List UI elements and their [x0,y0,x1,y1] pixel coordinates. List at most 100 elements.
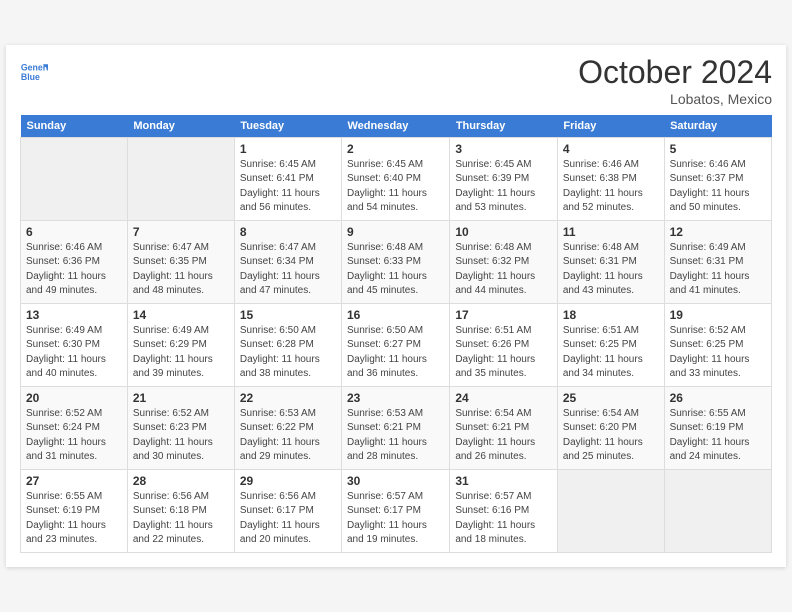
day-info: Sunrise: 6:45 AMSunset: 6:41 PMDaylight:… [240,158,336,216]
calendar-day-cell: 13 Sunrise: 6:49 AMSunset: 6:30 PMDayligh… [21,303,128,386]
day-info: Sunrise: 6:48 AMSunset: 6:31 PMDaylight:… [563,241,659,299]
logo: General Blue [20,59,48,87]
calendar-day-cell: 7 Sunrise: 6:47 AMSunset: 6:35 PMDaylight… [127,220,234,303]
day-info: Sunrise: 6:55 AMSunset: 6:19 PMDaylight:… [670,407,766,465]
calendar-day-cell: 21 Sunrise: 6:52 AMSunset: 6:23 PMDayligh… [127,386,234,469]
day-info: Sunrise: 6:50 AMSunset: 6:28 PMDaylight:… [240,324,336,382]
calendar-day-cell: 8 Sunrise: 6:47 AMSunset: 6:34 PMDaylight… [234,220,341,303]
day-number: 16 [347,308,444,322]
day-info: Sunrise: 6:56 AMSunset: 6:18 PMDaylight:… [133,490,229,548]
calendar-day-cell: 12 Sunrise: 6:49 AMSunset: 6:31 PMDayligh… [664,220,771,303]
title-block: October 2024 Lobatos, Mexico [578,55,772,106]
day-info: Sunrise: 6:49 AMSunset: 6:31 PMDaylight:… [670,241,766,299]
calendar-day-cell: 5Sunrise: 6:46 AMSunset: 6:37 PMDaylight… [664,137,771,220]
calendar-day-cell: 24 Sunrise: 6:54 AMSunset: 6:21 PMDayligh… [450,386,558,469]
calendar-day-cell [127,137,234,220]
calendar-day-cell: 9 Sunrise: 6:48 AMSunset: 6:33 PMDaylight… [341,220,449,303]
day-number: 13 [26,308,122,322]
calendar-day-cell [21,137,128,220]
logo-icon: General Blue [20,59,48,87]
day-info: Sunrise: 6:47 AMSunset: 6:35 PMDaylight:… [133,241,229,299]
day-number: 19 [670,308,766,322]
day-number: 7 [133,225,229,239]
weekday-header-cell: Wednesday [341,115,449,138]
day-number: 12 [670,225,766,239]
day-number: 5 [670,142,766,156]
day-info: Sunrise: 6:53 AMSunset: 6:21 PMDaylight:… [347,407,444,465]
day-number: 11 [563,225,659,239]
calendar-day-cell: 26 Sunrise: 6:55 AMSunset: 6:19 PMDayligh… [664,386,771,469]
day-number: 24 [455,391,552,405]
calendar-body: 1 Sunrise: 6:45 AMSunset: 6:41 PMDaylight… [21,137,772,552]
calendar-week-row: 27Sunrise: 6:55 AMSunset: 6:19 PMDayligh… [21,469,772,552]
weekday-header-cell: Saturday [664,115,771,138]
calendar-day-cell: 31 Sunrise: 6:57 AMSunset: 6:16 PMDayligh… [450,469,558,552]
calendar-day-cell [664,469,771,552]
day-number: 25 [563,391,659,405]
day-info: Sunrise: 6:47 AMSunset: 6:34 PMDaylight:… [240,241,336,299]
month-title: October 2024 [578,55,772,90]
calendar-day-cell: 14Sunrise: 6:49 AMSunset: 6:29 PMDayligh… [127,303,234,386]
day-info: Sunrise: 6:48 AMSunset: 6:32 PMDaylight:… [455,241,552,299]
day-info: Sunrise: 6:48 AMSunset: 6:33 PMDaylight:… [347,241,444,299]
day-info: Sunrise: 6:46 AMSunset: 6:36 PMDaylight:… [26,241,122,299]
day-number: 18 [563,308,659,322]
day-info: Sunrise: 6:52 AMSunset: 6:23 PMDaylight:… [133,407,229,465]
calendar-day-cell: 11 Sunrise: 6:48 AMSunset: 6:31 PMDayligh… [557,220,664,303]
calendar-week-row: 20 Sunrise: 6:52 AMSunset: 6:24 PMDayligh… [21,386,772,469]
day-number: 29 [240,474,336,488]
calendar-day-cell: 19 Sunrise: 6:52 AMSunset: 6:25 PMDayligh… [664,303,771,386]
calendar-header: General Blue October 2024 Lobatos, Mexic… [20,55,772,106]
calendar-day-cell: 23Sunrise: 6:53 AMSunset: 6:21 PMDayligh… [341,386,449,469]
day-info: Sunrise: 6:55 AMSunset: 6:19 PMDaylight:… [26,490,122,548]
calendar-week-row: 1 Sunrise: 6:45 AMSunset: 6:41 PMDaylight… [21,137,772,220]
calendar-day-cell: 4Sunrise: 6:46 AMSunset: 6:38 PMDaylight… [557,137,664,220]
svg-text:General: General [21,63,48,73]
day-number: 14 [133,308,229,322]
day-info: Sunrise: 6:49 AMSunset: 6:30 PMDaylight:… [26,324,122,382]
calendar-table: SundayMondayTuesdayWednesdayThursdayFrid… [20,115,772,553]
day-number: 10 [455,225,552,239]
calendar-day-cell: 29 Sunrise: 6:56 AMSunset: 6:17 PMDayligh… [234,469,341,552]
calendar-day-cell: 1 Sunrise: 6:45 AMSunset: 6:41 PMDaylight… [234,137,341,220]
day-number: 21 [133,391,229,405]
calendar-day-cell: 20 Sunrise: 6:52 AMSunset: 6:24 PMDayligh… [21,386,128,469]
day-number: 17 [455,308,552,322]
weekday-header-cell: Sunday [21,115,128,138]
calendar-day-cell: 2 Sunrise: 6:45 AMSunset: 6:40 PMDaylight… [341,137,449,220]
weekday-header-cell: Monday [127,115,234,138]
calendar-day-cell: 6 Sunrise: 6:46 AMSunset: 6:36 PMDaylight… [21,220,128,303]
day-number: 8 [240,225,336,239]
day-number: 20 [26,391,122,405]
calendar-day-cell: 27Sunrise: 6:55 AMSunset: 6:19 PMDayligh… [21,469,128,552]
day-info: Sunrise: 6:51 AMSunset: 6:26 PMDaylight:… [455,324,552,382]
calendar-day-cell: 22Sunrise: 6:53 AMSunset: 6:22 PMDayligh… [234,386,341,469]
day-number: 28 [133,474,229,488]
weekday-header-row: SundayMondayTuesdayWednesdayThursdayFrid… [21,115,772,138]
day-info: Sunrise: 6:52 AMSunset: 6:25 PMDaylight:… [670,324,766,382]
day-number: 1 [240,142,336,156]
day-number: 26 [670,391,766,405]
svg-text:Blue: Blue [21,72,40,82]
calendar-day-cell: 16Sunrise: 6:50 AMSunset: 6:27 PMDayligh… [341,303,449,386]
weekday-header-cell: Tuesday [234,115,341,138]
calendar-day-cell: 30 Sunrise: 6:57 AMSunset: 6:17 PMDayligh… [341,469,449,552]
calendar-day-cell: 28 Sunrise: 6:56 AMSunset: 6:18 PMDayligh… [127,469,234,552]
day-number: 31 [455,474,552,488]
calendar-day-cell: 25Sunrise: 6:54 AMSunset: 6:20 PMDayligh… [557,386,664,469]
day-info: Sunrise: 6:51 AMSunset: 6:25 PMDaylight:… [563,324,659,382]
day-info: Sunrise: 6:56 AMSunset: 6:17 PMDaylight:… [240,490,336,548]
day-info: Sunrise: 6:52 AMSunset: 6:24 PMDaylight:… [26,407,122,465]
day-info: Sunrise: 6:54 AMSunset: 6:21 PMDaylight:… [455,407,552,465]
day-number: 2 [347,142,444,156]
day-number: 3 [455,142,552,156]
day-number: 6 [26,225,122,239]
day-info: Sunrise: 6:57 AMSunset: 6:16 PMDaylight:… [455,490,552,548]
day-info: Sunrise: 6:45 AMSunset: 6:39 PMDaylight:… [455,158,552,216]
day-info: Sunrise: 6:45 AMSunset: 6:40 PMDaylight:… [347,158,444,216]
day-number: 30 [347,474,444,488]
calendar-day-cell [557,469,664,552]
day-info: Sunrise: 6:57 AMSunset: 6:17 PMDaylight:… [347,490,444,548]
day-number: 9 [347,225,444,239]
calendar-day-cell: 15Sunrise: 6:50 AMSunset: 6:28 PMDayligh… [234,303,341,386]
